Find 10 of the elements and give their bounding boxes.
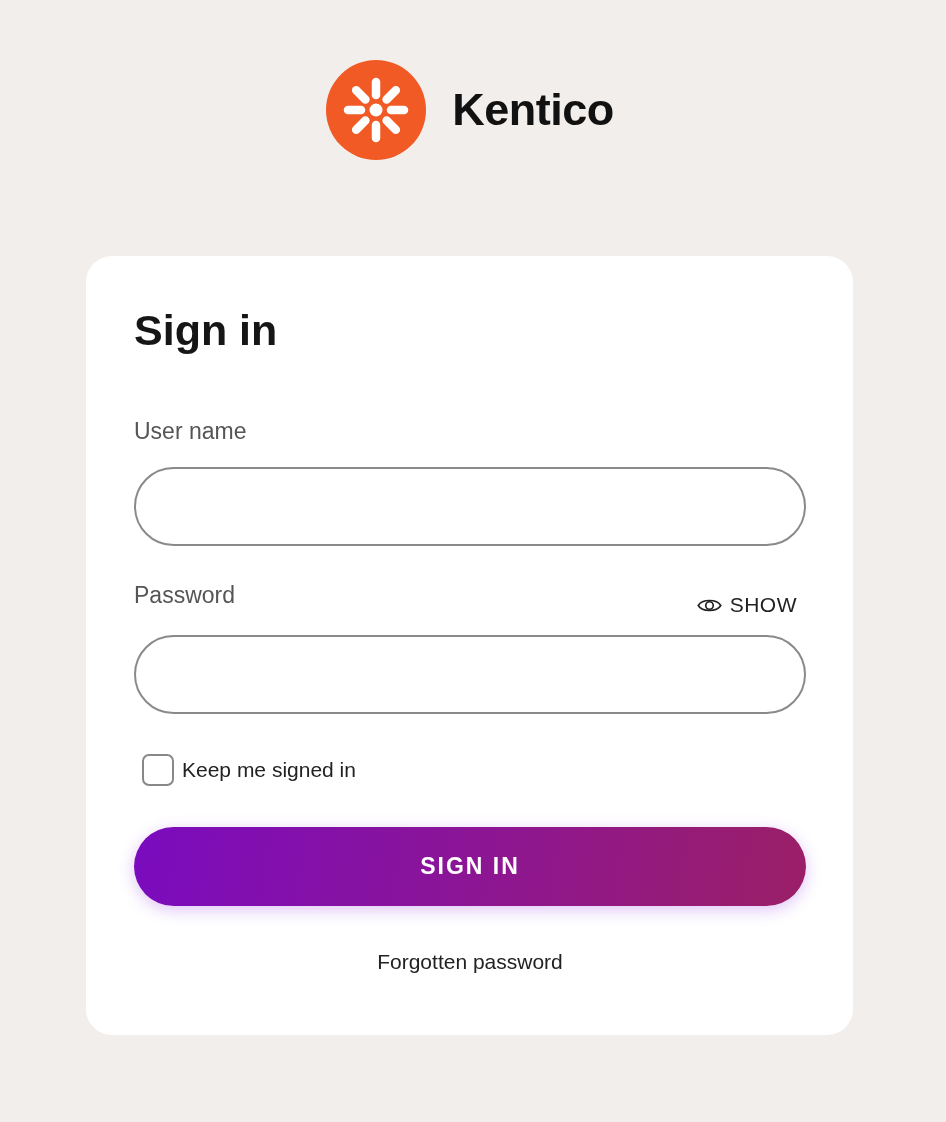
sign-in-button[interactable]: SIGN IN <box>134 827 806 906</box>
field-label: User name <box>134 417 247 446</box>
show-password-button[interactable]: SHOW <box>696 593 797 617</box>
logo-icon <box>326 60 427 160</box>
forgotten-password-link[interactable]: Forgotten password <box>377 949 563 975</box>
brand-name: Kentico <box>452 84 614 136</box>
checkbox-label: Keep me signed in <box>182 757 356 783</box>
field-label: Password <box>134 581 235 610</box>
checkbox[interactable] <box>142 754 174 786</box>
form-title: Sign in <box>134 305 279 356</box>
